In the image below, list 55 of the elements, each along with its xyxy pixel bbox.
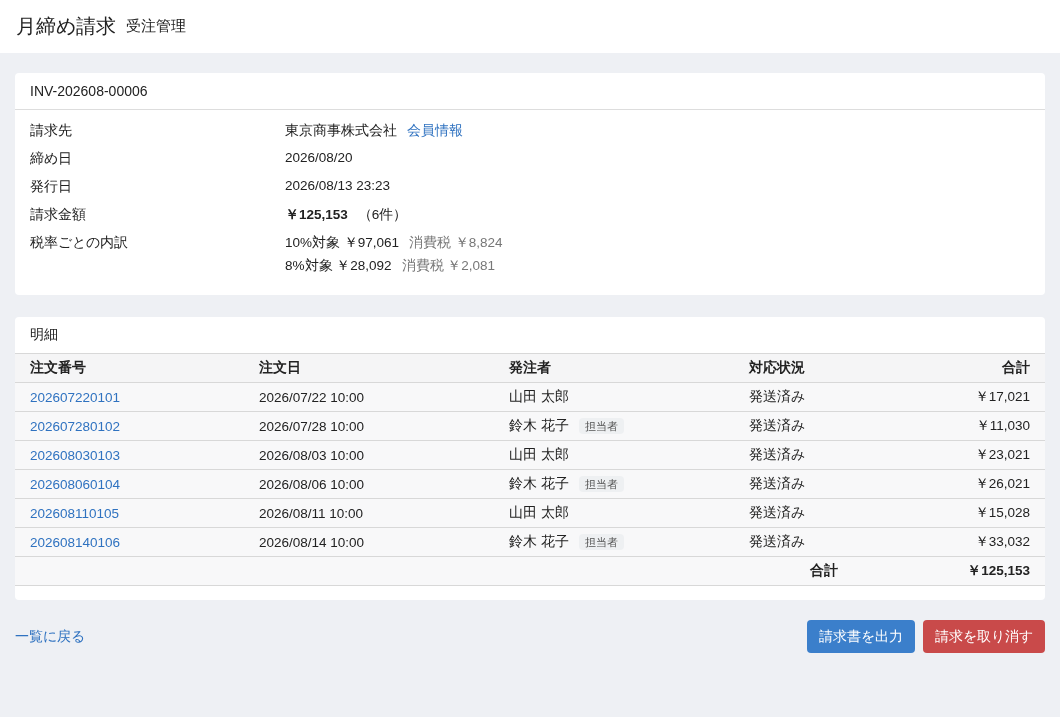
invoice-number: INV-202608-00006 (30, 83, 148, 99)
table-cell: ￥33,032 (974, 534, 1030, 549)
role-tag: 担当者 (578, 418, 624, 434)
taxable-amount: 8%対象 ￥28,092 (285, 257, 392, 275)
taxable-amount: 10%対象 ￥97,061 (285, 234, 400, 252)
column-header: 注文日 (259, 360, 301, 375)
table-cell: 発送済み (749, 505, 805, 520)
table-cell: 鈴木 花子 (509, 418, 569, 433)
table-cell: 発送済み (749, 534, 805, 549)
table-cell: 鈴木 花子 (509, 534, 569, 549)
field-label: 税率ごとの内訳 (30, 234, 129, 252)
field-label: 締め日 (30, 150, 73, 168)
field-label: 請求金額 (30, 206, 87, 224)
field-value: 2026/08/13 23:23 (285, 178, 391, 195)
table-cell: ￥11,030 (975, 418, 1030, 433)
tax-amount: 消費税 ￥2,081 (401, 257, 496, 275)
table-cell: ￥23,021 (974, 447, 1030, 462)
table-cell: ￥15,028 (974, 505, 1030, 520)
table-cell: ￥26,021 (974, 476, 1030, 491)
table-cell: 2026/08/03 10:00 (259, 447, 365, 463)
table-cell: 鈴木 花子 (509, 476, 569, 491)
column-header: 注文番号 (30, 360, 86, 375)
back-link[interactable]: 一覧に戻る (15, 627, 85, 646)
action-button[interactable]: 請求書を出力 (807, 620, 915, 653)
role-tag: 担当者 (578, 476, 624, 492)
table-cell: 2026/08/11 10:00 (259, 505, 364, 521)
table-cell: 発送済み (749, 418, 805, 433)
field-label: 請求先 (30, 122, 73, 140)
table-cell: 山田 太郎 (509, 389, 569, 404)
table-cell: 山田 太郎 (509, 447, 569, 462)
page-subtitle: 受注管理 (126, 17, 186, 36)
column-header: 合計 (1002, 360, 1030, 375)
action-button[interactable]: 請求を取り消す (923, 620, 1045, 653)
tax-amount: 消費税 ￥8,824 (409, 234, 503, 252)
field-label: 発行日 (30, 178, 73, 196)
table-cell: 2026/07/22 10:00 (259, 389, 365, 405)
table-cell: ￥17,021 (974, 389, 1030, 404)
table-cell: 発送済み (749, 476, 805, 491)
table-cell: 2026/08/06 10:00 (259, 476, 365, 492)
total-label: 合計 (810, 563, 839, 578)
page-title: 月締め請求 (16, 14, 116, 39)
column-header: 対応状況 (749, 360, 805, 375)
field-value: 2026/08/20 (285, 150, 353, 167)
column-header: 発注者 (509, 360, 551, 375)
role-tag: 担当者 (578, 534, 624, 550)
member-info-link[interactable]: 会員情報 (407, 122, 463, 140)
table-cell: 2026/07/28 10:00 (259, 418, 365, 434)
table-cell: 2026/08/14 10:00 (259, 534, 365, 550)
field-value: ￥125,153（6件） (285, 206, 408, 224)
field-value: 東京商事株式会社 (285, 122, 397, 140)
table-cell: 発送済み (749, 447, 805, 462)
total-amount: ￥125,153 (967, 563, 1030, 578)
table-cell: 山田 太郎 (509, 505, 569, 520)
section-title: 明細 (30, 326, 58, 344)
table-cell: 発送済み (749, 389, 805, 404)
